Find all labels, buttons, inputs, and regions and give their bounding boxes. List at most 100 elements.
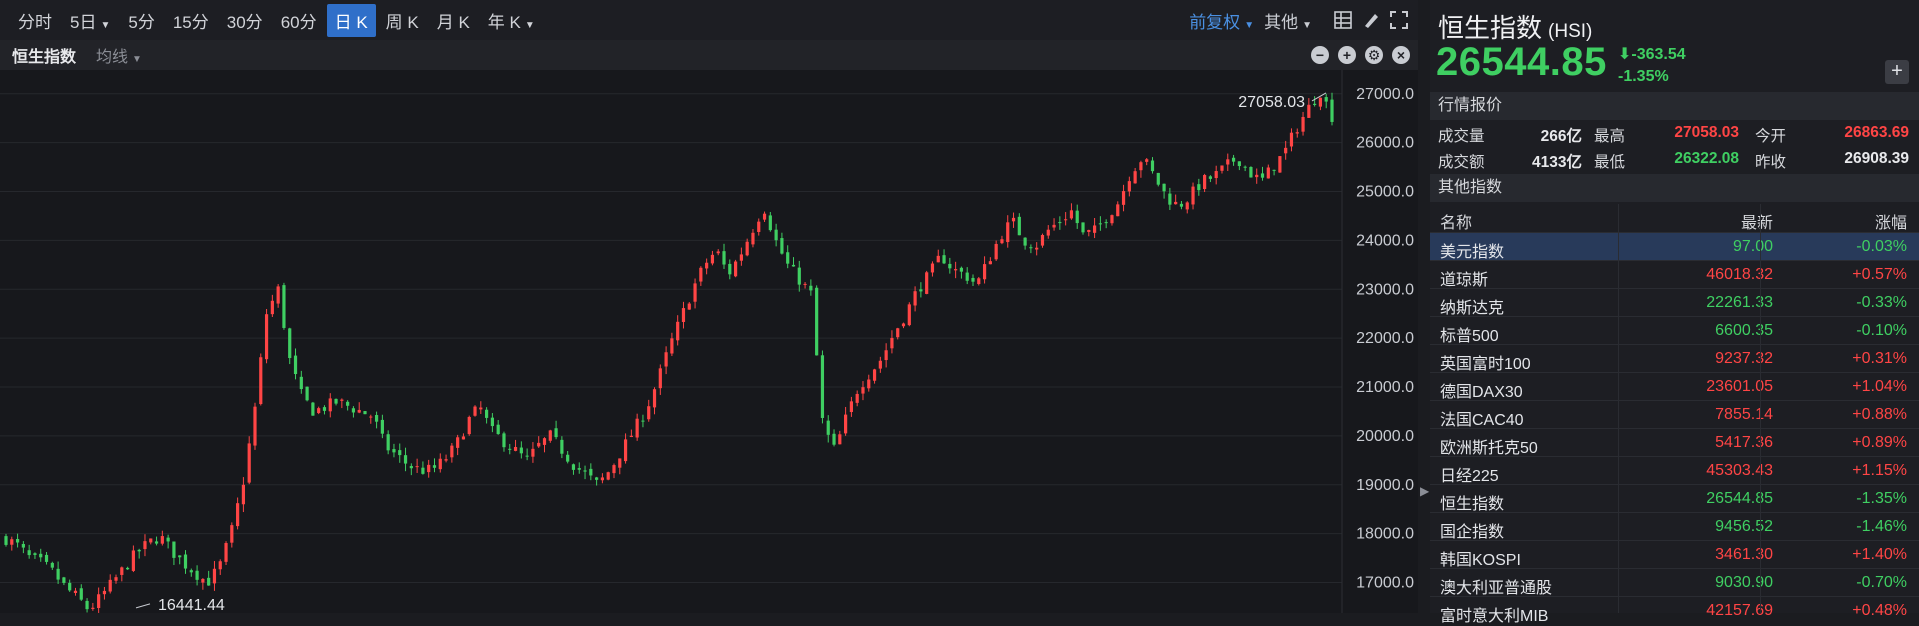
timeframe-label: 分时 <box>18 12 52 32</box>
candle-body <box>733 261 738 277</box>
candle-body <box>311 402 315 416</box>
candle-body <box>4 536 8 545</box>
index-row-name: 法国CAC40 <box>1440 412 1524 429</box>
settings-gear-icon[interactable]: ⚙ <box>1365 46 1383 64</box>
candle-body <box>288 328 292 359</box>
timeframe-tab[interactable]: 周 K <box>378 4 427 37</box>
fullscreen-icon[interactable] <box>1390 11 1408 29</box>
zoom-out-icon[interactable]: − <box>1311 46 1329 64</box>
index-row[interactable]: 韩国KOSPI 3461.30 +1.40% <box>1430 540 1919 569</box>
candle-body <box>1162 183 1166 192</box>
timeframe-tab[interactable]: 30分 <box>219 4 271 37</box>
volume-value: 266亿 <box>1540 128 1582 145</box>
quote-section-title: 行情报价 <box>1430 92 1919 120</box>
timeframe-tab[interactable]: 60分 <box>273 4 325 37</box>
index-row-pct: +0.89% <box>1852 434 1907 451</box>
down-arrow-icon: ⬇ <box>1618 46 1632 63</box>
adjust-dropdown[interactable]: 前复权 ▼ <box>1189 8 1254 33</box>
zoom-in-icon[interactable]: + <box>1338 46 1356 64</box>
candle-body <box>1174 201 1178 205</box>
candle-body <box>137 549 141 552</box>
timeframe-tab[interactable]: 年 K ▼ <box>480 4 543 37</box>
index-row[interactable]: 澳大利亚普通股 9030.90 -0.70% <box>1430 568 1919 597</box>
candle-body <box>33 553 37 555</box>
index-row[interactable]: 道琼斯 46018.32 +0.57% <box>1430 260 1919 289</box>
index-row-pct: -1.35% <box>1856 490 1907 507</box>
other-label: 其他 <box>1264 12 1299 32</box>
candle-body <box>351 408 356 413</box>
candle-body <box>577 468 581 470</box>
timeframe-tab[interactable]: 月 K <box>429 4 478 37</box>
timeframe-tab[interactable]: 5分 <box>120 4 162 37</box>
candle-body <box>762 213 767 220</box>
index-row[interactable]: 欧洲斯托克50 5417.36 +0.89% <box>1430 428 1919 457</box>
index-row[interactable]: 富时意大利MIB 42157.69 +0.48% <box>1430 596 1919 625</box>
candle-body <box>496 424 500 435</box>
index-row-last: 46018.32 <box>1706 266 1773 283</box>
candle-body <box>386 434 390 451</box>
candle-body <box>68 582 72 591</box>
candle-body <box>207 577 211 586</box>
y-tick-label: 19000.0 <box>1356 477 1414 494</box>
candle-body <box>166 537 170 542</box>
candle-body <box>102 590 107 595</box>
candle-body <box>1185 202 1189 210</box>
candle-body <box>172 541 176 558</box>
index-row-pct: -0.03% <box>1856 238 1907 255</box>
index-row-pct: +1.04% <box>1852 378 1907 395</box>
candle-body <box>583 470 587 472</box>
candle-body <box>253 406 257 446</box>
low-value: 26322.08 <box>1674 150 1739 167</box>
index-row-name: 澳大利亚普通股 <box>1440 580 1553 597</box>
draw-pen-icon[interactable] <box>1362 11 1380 29</box>
index-row[interactable]: 法国CAC40 7855.14 +0.88% <box>1430 400 1919 429</box>
candle-body <box>676 321 680 341</box>
collapse-arrow-icon[interactable]: ▶ <box>1420 484 1429 498</box>
index-row[interactable]: 英国富时100 9237.32 +0.31% <box>1430 344 1919 373</box>
candle-body <box>751 232 755 245</box>
layout-grid-icon[interactable] <box>1334 11 1352 29</box>
index-row[interactable]: 恒生指数 26544.85 -1.35% <box>1430 484 1919 513</box>
other-dropdown[interactable]: 其他 ▼ <box>1264 8 1312 33</box>
candle-body <box>647 406 651 420</box>
candle-body <box>994 243 998 260</box>
index-row[interactable]: 美元指数 97.00 -0.03% <box>1430 232 1919 261</box>
index-row[interactable]: 德国DAX30 23601.05 +1.04% <box>1430 372 1919 401</box>
timeframe-tab[interactable]: 日 K <box>326 3 376 37</box>
index-row[interactable]: 日经225 45303.43 +1.15% <box>1430 456 1919 485</box>
candle-body <box>681 308 686 322</box>
candle-body <box>50 562 54 568</box>
candle-body <box>1307 104 1311 118</box>
index-row-last: 7855.14 <box>1715 406 1773 423</box>
low-label: 16441.44 <box>158 597 225 613</box>
candle-body <box>195 570 199 580</box>
candle-body <box>780 238 784 254</box>
timeframe-tab[interactable]: 15分 <box>165 4 217 37</box>
candle-body <box>398 450 402 456</box>
candle-body <box>230 525 234 543</box>
index-row[interactable]: 标普500 6600.35 -0.10% <box>1430 316 1919 345</box>
index-row[interactable]: 纳斯达克 22261.33 -0.33% <box>1430 288 1919 317</box>
candle-body <box>1052 224 1056 228</box>
index-row[interactable]: 国企指数 9456.52 -1.46% <box>1430 512 1919 541</box>
timeframe-tab[interactable]: 分时 <box>10 4 60 37</box>
candle-body <box>797 267 801 285</box>
candle-body <box>473 406 477 416</box>
candle-body <box>363 411 367 415</box>
price-change-pct: -1.35% <box>1618 68 1669 85</box>
candle-body <box>820 355 825 418</box>
candle-body <box>809 285 813 291</box>
candle-body <box>374 415 379 422</box>
ma-dropdown[interactable]: 均线 ▼ <box>96 43 142 67</box>
candle-body <box>1168 193 1172 205</box>
candle-body <box>542 438 547 445</box>
candlestick-chart[interactable]: 27000.0 26000.0 25000.0 24000.0 23000.0 22000… <box>0 70 1418 613</box>
close-icon[interactable]: × <box>1392 46 1410 64</box>
candle-body <box>826 420 830 435</box>
candle-body <box>878 360 882 369</box>
candle-body <box>1023 237 1027 246</box>
add-watchlist-button[interactable]: + <box>1885 60 1909 84</box>
quote-row-1: 成交量 266亿 最高 27058.03 今开 26863.69 <box>1430 120 1919 146</box>
timeframe-tab[interactable]: 5日 ▼ <box>62 4 118 37</box>
candle-body <box>154 541 159 544</box>
